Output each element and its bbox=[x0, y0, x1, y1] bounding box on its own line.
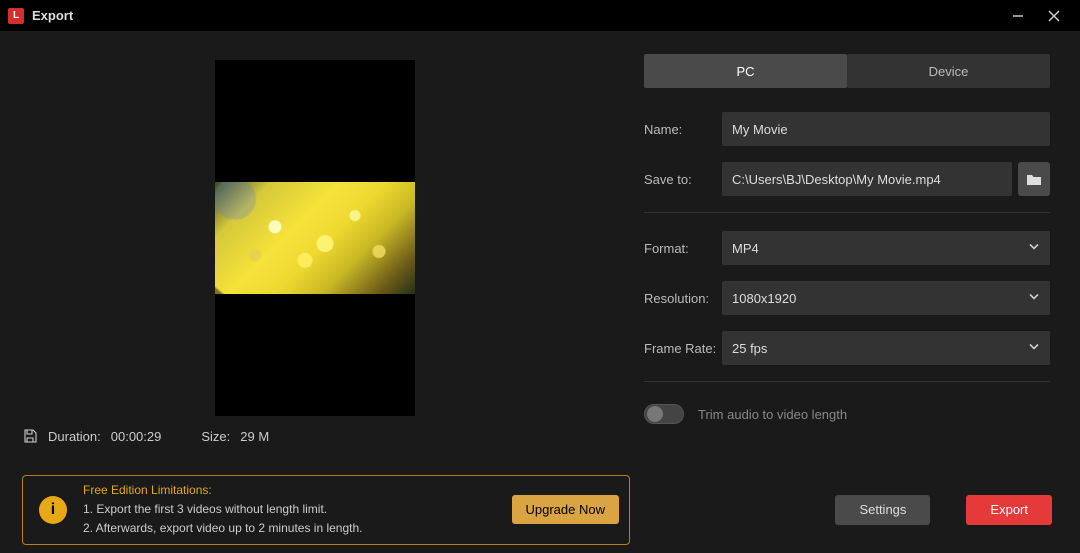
preview-frame bbox=[215, 60, 415, 416]
app-icon: L bbox=[8, 8, 24, 24]
chevron-down-icon bbox=[1028, 291, 1040, 306]
minimize-button[interactable] bbox=[1000, 0, 1036, 32]
divider bbox=[644, 381, 1050, 382]
trim-toggle[interactable] bbox=[644, 404, 684, 424]
size-value: 29 M bbox=[240, 429, 269, 444]
format-select[interactable]: MP4 bbox=[722, 231, 1050, 265]
saveto-input[interactable] bbox=[732, 172, 1002, 187]
framerate-value: 25 fps bbox=[732, 341, 767, 356]
chevron-down-icon bbox=[1028, 341, 1040, 356]
close-button[interactable] bbox=[1036, 0, 1072, 32]
bottom-bar: i Free Edition Limitations: 1. Export th… bbox=[0, 466, 1080, 553]
divider bbox=[644, 212, 1050, 213]
tab-pc[interactable]: PC bbox=[644, 54, 847, 88]
duration-label: Duration: bbox=[48, 429, 101, 444]
resolution-value: 1080x1920 bbox=[732, 291, 796, 306]
format-label: Format: bbox=[644, 241, 722, 256]
upgrade-button[interactable]: Upgrade Now bbox=[512, 495, 620, 524]
framerate-select[interactable]: 25 fps bbox=[722, 331, 1050, 365]
info-icon: i bbox=[39, 496, 67, 524]
chevron-down-icon bbox=[1028, 241, 1040, 256]
resolution-select[interactable]: 1080x1920 bbox=[722, 281, 1050, 315]
framerate-label: Frame Rate: bbox=[644, 341, 722, 356]
export-tabs: PC Device bbox=[644, 54, 1050, 88]
saveto-field[interactable] bbox=[722, 162, 1012, 196]
browse-button[interactable] bbox=[1018, 162, 1050, 196]
trim-label: Trim audio to video length bbox=[698, 407, 847, 422]
resolution-label: Resolution: bbox=[644, 291, 722, 306]
preview-info: Duration: 00:00:29 Size: 29 M bbox=[22, 428, 608, 444]
preview-thumbnail bbox=[215, 182, 415, 294]
window-title: Export bbox=[32, 8, 73, 23]
export-button[interactable]: Export bbox=[966, 495, 1052, 525]
titlebar: L Export bbox=[0, 0, 1080, 32]
toggle-knob bbox=[647, 406, 663, 422]
settings-panel: PC Device Name: Save to: Format: MP4 bbox=[630, 32, 1080, 466]
name-input[interactable] bbox=[732, 122, 1040, 137]
limitations-line1: 1. Export the first 3 videos without len… bbox=[83, 500, 496, 519]
settings-button[interactable]: Settings bbox=[835, 495, 930, 525]
saveto-label: Save to: bbox=[644, 172, 722, 187]
preview-panel: Duration: 00:00:29 Size: 29 M bbox=[0, 32, 630, 466]
name-label: Name: bbox=[644, 122, 722, 137]
limitations-line2: 2. Afterwards, export video up to 2 minu… bbox=[83, 519, 496, 538]
tab-device[interactable]: Device bbox=[847, 54, 1050, 88]
duration-value: 00:00:29 bbox=[111, 429, 162, 444]
name-field[interactable] bbox=[722, 112, 1050, 146]
size-label: Size: bbox=[201, 429, 230, 444]
format-value: MP4 bbox=[732, 241, 759, 256]
limitations-title: Free Edition Limitations: bbox=[83, 481, 496, 500]
save-icon bbox=[22, 428, 38, 444]
limitations-box: i Free Edition Limitations: 1. Export th… bbox=[22, 475, 630, 545]
